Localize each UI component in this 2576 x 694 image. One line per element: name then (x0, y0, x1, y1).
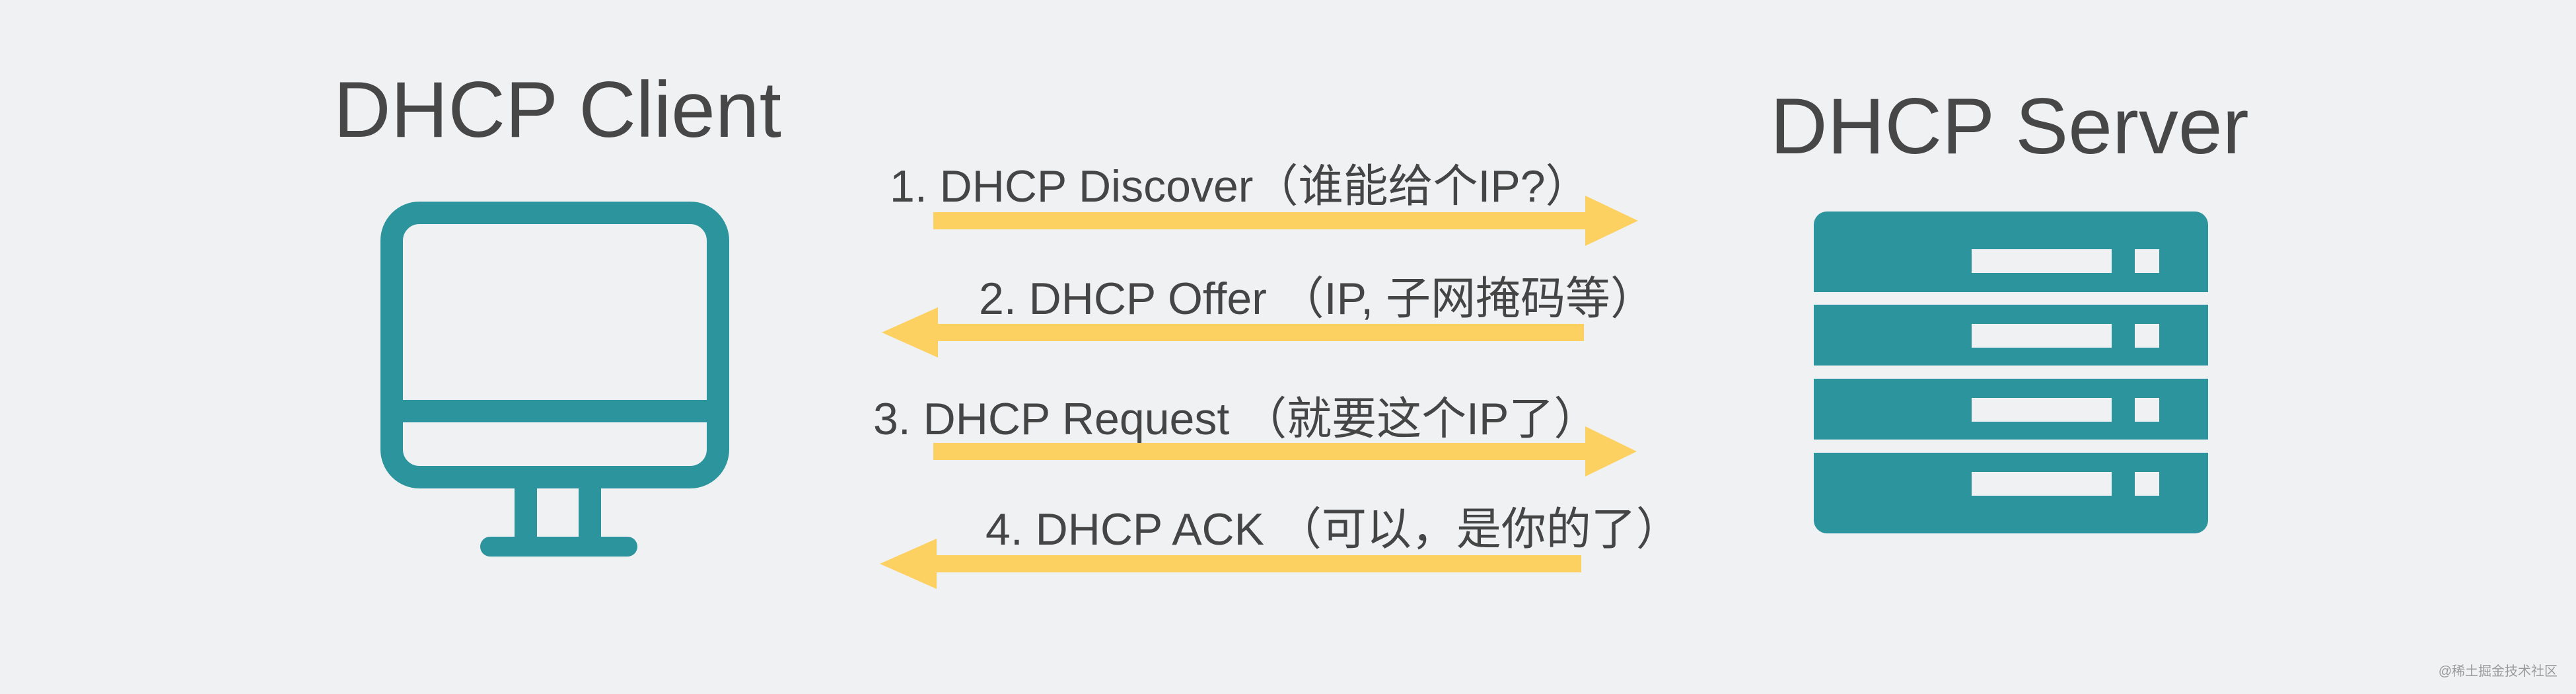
arrow-discover-right (933, 196, 1638, 246)
arrow-ack-left (880, 539, 1581, 589)
server-title: DHCP Server (1770, 82, 2249, 171)
watermark: @稀土掘金技术社区 (2438, 664, 2558, 679)
computer-monitor-icon (380, 202, 729, 557)
arrow-request-right (933, 426, 1637, 477)
client-title: DHCP Client (334, 65, 781, 154)
arrow-offer-left (882, 307, 1584, 358)
server-rack-icon (1814, 212, 2208, 533)
